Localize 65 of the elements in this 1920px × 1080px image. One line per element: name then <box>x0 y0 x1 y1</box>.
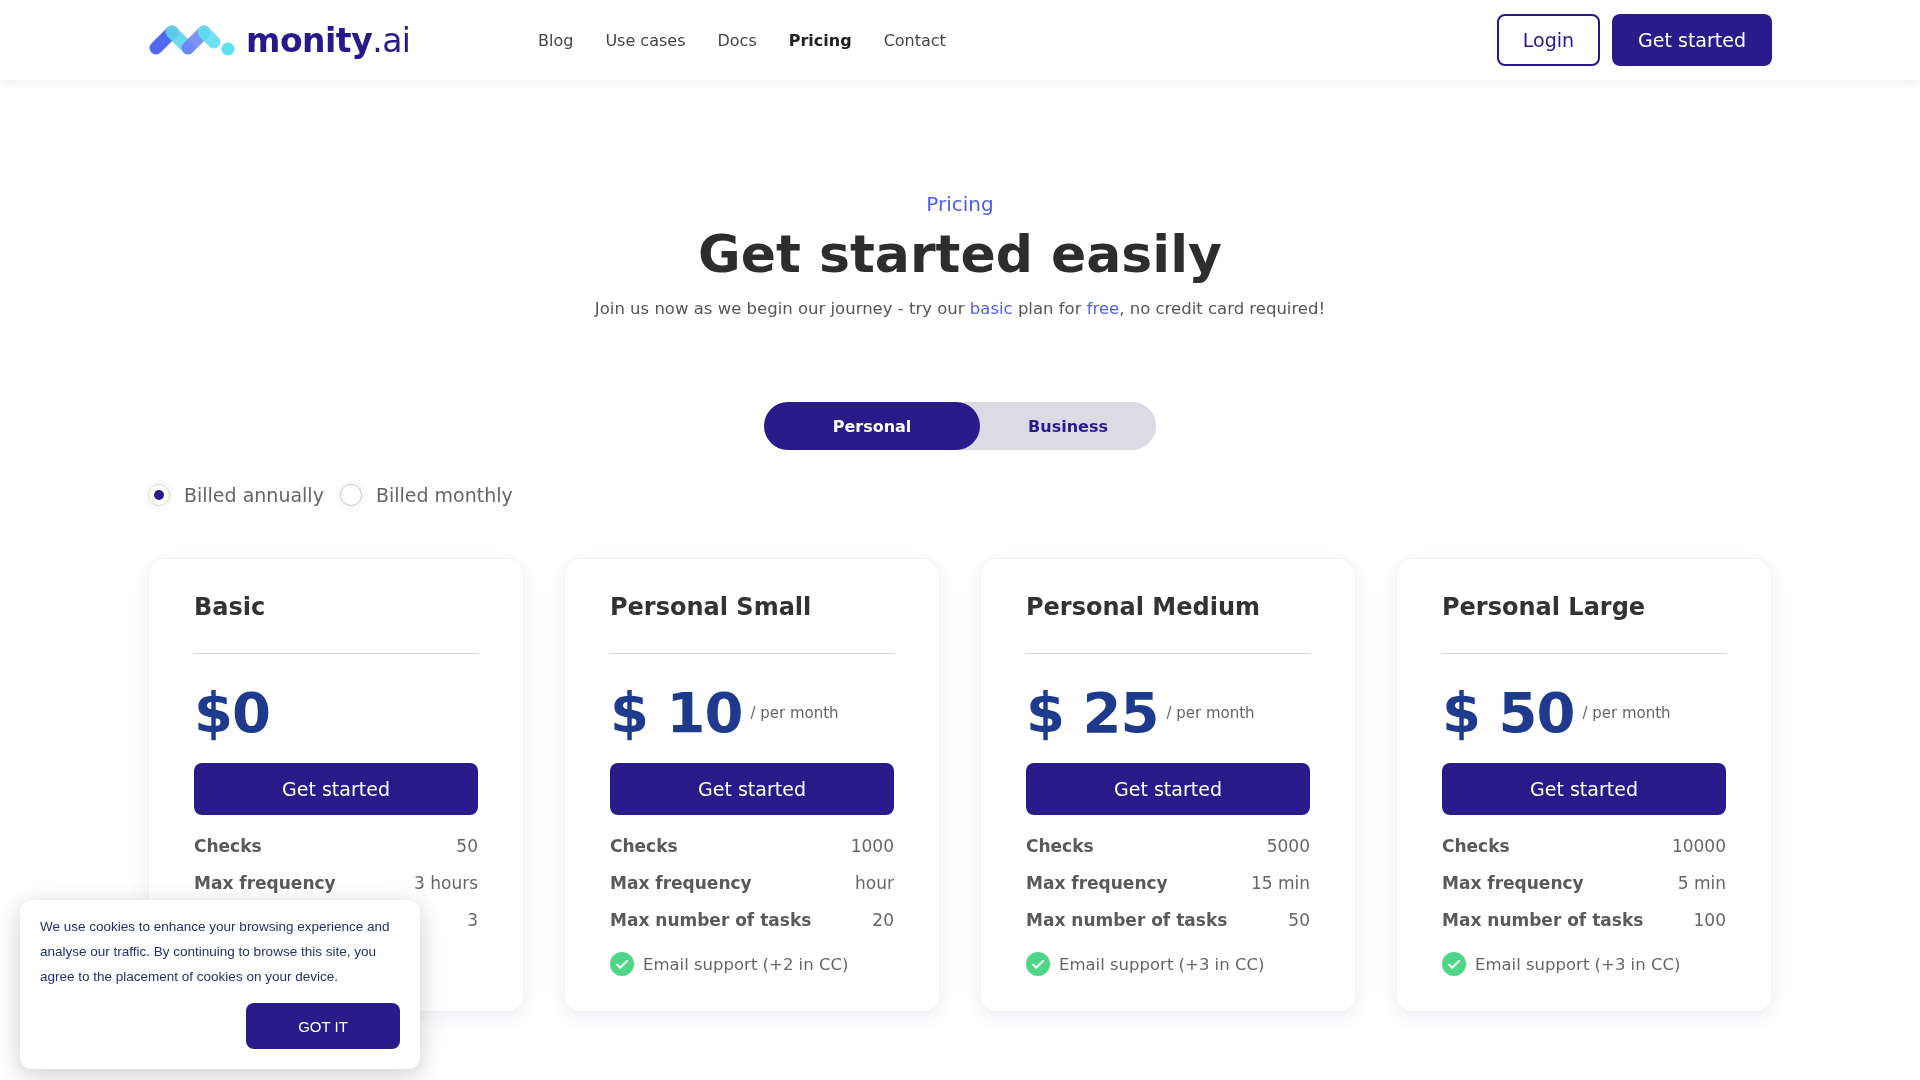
price-period: / per month <box>1166 703 1255 722</box>
get-started-button[interactable]: Get started <box>194 763 478 816</box>
get-started-button[interactable]: Get started <box>1442 763 1726 816</box>
spec-value: 50 <box>456 835 478 856</box>
plan-price: $0 <box>194 680 270 746</box>
radio-button[interactable] <box>148 484 170 507</box>
spec-label: Checks <box>610 835 678 856</box>
page-title: Get started easily <box>698 226 1222 284</box>
radio-label[interactable]: Billed annually <box>184 484 324 507</box>
inline-link[interactable]: basic <box>969 299 1013 319</box>
plan-name: Personal Medium <box>1026 593 1261 622</box>
radio-button[interactable] <box>339 484 362 507</box>
inline-link[interactable]: free <box>1086 299 1120 319</box>
spec-value: 20 <box>872 909 894 930</box>
spec-value: 5000 <box>1266 835 1310 856</box>
radio-label[interactable]: Billed monthly <box>375 484 513 507</box>
plan-tab[interactable]: Business <box>980 402 1156 451</box>
price-period: / per month <box>1582 703 1671 722</box>
feature-text: Email support (+3 in CC) <box>1475 954 1681 974</box>
spec-label: Max frequency <box>610 872 752 893</box>
feature-text: Email support (+3 in CC) <box>1059 954 1265 974</box>
plan-price: $ 10 <box>610 680 743 746</box>
plan-tab[interactable]: Personal <box>764 402 980 451</box>
subtitle: Join us now as we begin our journey - try our basic plan for free, no credit card required! <box>594 299 1326 319</box>
spec-value: 10000 <box>1671 835 1726 856</box>
spec-label: Checks <box>1442 835 1510 856</box>
nav-link[interactable]: Pricing <box>788 30 852 50</box>
check-icon <box>610 952 634 977</box>
nav-link[interactable]: Blog <box>538 30 574 50</box>
spec-label: Max number of tasks <box>610 909 812 930</box>
get-started-button[interactable]: Get started <box>1612 14 1772 66</box>
get-started-button[interactable]: Get started <box>1026 763 1310 816</box>
spec-value: 100 <box>1693 909 1726 930</box>
spec-value: 1000 <box>850 835 894 856</box>
nav-link[interactable]: Docs <box>717 30 757 50</box>
plan-price: $ 25 <box>1026 680 1159 746</box>
nav-link[interactable]: Contact <box>883 30 946 50</box>
plan-name: Personal Large <box>1442 593 1647 622</box>
spec-label: Max number of tasks <box>1442 909 1644 930</box>
section-label: Pricing <box>926 192 994 216</box>
spec-label: Max frequency <box>1442 872 1584 893</box>
plan-name: Personal Small <box>610 593 813 622</box>
spec-value: 3 <box>467 909 478 930</box>
got-it-button[interactable]: GOT IT <box>246 1003 400 1049</box>
spec-label: Checks <box>1026 835 1094 856</box>
spec-label: Max frequency <box>1026 872 1168 893</box>
check-icon <box>1026 952 1050 977</box>
login-button[interactable]: Login <box>1496 14 1601 66</box>
spec-value: 5 min <box>1677 872 1726 893</box>
price-period: / per month <box>750 703 839 722</box>
plan-name: Basic <box>194 593 267 622</box>
spec-label: Checks <box>194 835 262 856</box>
spec-label: Max number of tasks <box>1026 909 1228 930</box>
nav-link[interactable]: Use cases <box>605 30 686 50</box>
logo-wordmark[interactable]: monity.ai <box>246 20 411 60</box>
get-started-button[interactable]: Get started <box>610 763 894 816</box>
spec-label: Max frequency <box>194 872 336 893</box>
cookie-text: We use cookies to enhance your browsing experience and analyse our traffic. By continuing to browse this site, you agree to the placement of cookies on your device. <box>40 918 391 986</box>
feature-text: Email support (+2 in CC) <box>643 954 849 974</box>
spec-value: 50 <box>1288 909 1310 930</box>
spec-value: 15 min <box>1250 872 1310 893</box>
spec-value: hour <box>855 872 894 893</box>
spec-value: 3 hours <box>414 872 478 893</box>
check-icon <box>1442 952 1466 977</box>
plan-price: $ 50 <box>1442 680 1575 746</box>
